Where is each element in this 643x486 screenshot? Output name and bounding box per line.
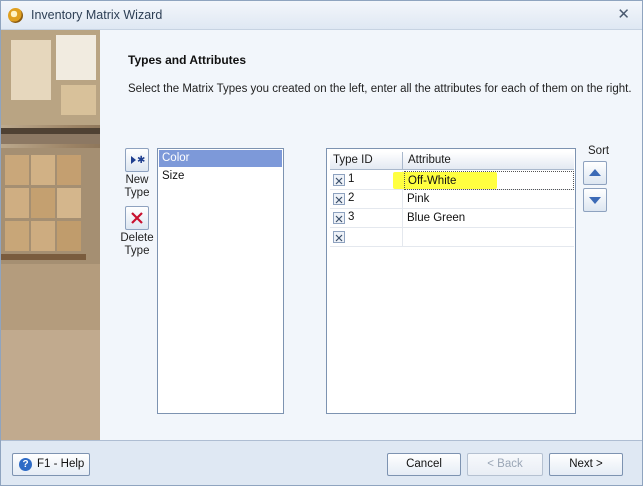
next-button[interactable]: Next >: [549, 453, 623, 476]
type-id-cell[interactable]: 2: [330, 190, 403, 209]
page-instruction: Select the Matrix Types you created on t…: [128, 83, 632, 95]
delete-row-icon[interactable]: [333, 174, 345, 186]
type-id-value: 3: [348, 211, 355, 223]
svg-text:✱: ✱: [137, 155, 145, 166]
type-id-cell[interactable]: [330, 228, 403, 247]
wizard-footer: ? F1 - Help Cancel < Back Next >: [1, 440, 642, 485]
delete-row-icon[interactable]: [333, 231, 345, 243]
delete-type-label: Delete Type: [120, 232, 154, 257]
new-type-label: New Type: [124, 174, 150, 199]
delete-row-icon[interactable]: [333, 212, 345, 224]
close-button[interactable]: ✕: [617, 6, 630, 24]
cancel-button[interactable]: Cancel: [387, 453, 461, 476]
column-header-type-id[interactable]: Type ID: [330, 152, 403, 170]
table-row[interactable]: 1 Off-White: [330, 171, 574, 190]
type-id-cell[interactable]: 3: [330, 209, 403, 228]
page-heading: Types and Attributes: [128, 53, 247, 67]
wizard-content: Types and Attributes Select the Matrix T…: [100, 30, 642, 440]
help-button[interactable]: ? F1 - Help: [12, 453, 90, 476]
arrow-down-icon: [589, 197, 601, 204]
sort-down-button[interactable]: [583, 188, 607, 212]
matrix-types-list[interactable]: Color Size: [157, 148, 284, 414]
new-type-icon: ✱: [131, 155, 145, 166]
delete-x-icon: [131, 212, 143, 224]
type-item-color[interactable]: Color: [159, 150, 282, 167]
attributes-grid[interactable]: Type ID Attribute 1 Off-White 2 Pink 3 B…: [326, 148, 576, 414]
help-icon: ?: [19, 458, 32, 471]
type-item-size[interactable]: Size: [159, 168, 282, 185]
delete-row-icon[interactable]: [333, 193, 345, 205]
delete-type-button[interactable]: [125, 206, 149, 230]
type-id-value: 1: [348, 173, 355, 185]
sort-up-button[interactable]: [583, 161, 607, 185]
new-row[interactable]: [330, 228, 574, 247]
type-id-value: 2: [348, 192, 355, 204]
sort-label: Sort: [588, 145, 610, 157]
table-row[interactable]: 2 Pink: [330, 190, 574, 209]
window-title: Inventory Matrix Wizard: [31, 8, 163, 22]
grid-header: Type ID Attribute: [330, 152, 574, 170]
attribute-cell[interactable]: Pink: [404, 190, 574, 209]
table-row[interactable]: 3 Blue Green: [330, 209, 574, 228]
arrow-up-icon: [589, 169, 601, 176]
app-icon: [8, 8, 23, 23]
help-label: F1 - Help: [37, 458, 85, 470]
attribute-cell[interactable]: Blue Green: [404, 209, 574, 228]
column-header-attribute[interactable]: Attribute: [404, 152, 574, 170]
new-type-button[interactable]: ✱: [125, 148, 149, 172]
warehouse-banner-image: [1, 30, 100, 440]
wizard-window: Inventory Matrix Wizard ✕ Types and Attr…: [0, 0, 643, 486]
attribute-cell[interactable]: [404, 228, 574, 247]
title-bar[interactable]: Inventory Matrix Wizard ✕: [1, 1, 642, 30]
back-button[interactable]: < Back: [467, 453, 543, 476]
attribute-cell-editing[interactable]: Off-White: [404, 171, 574, 190]
